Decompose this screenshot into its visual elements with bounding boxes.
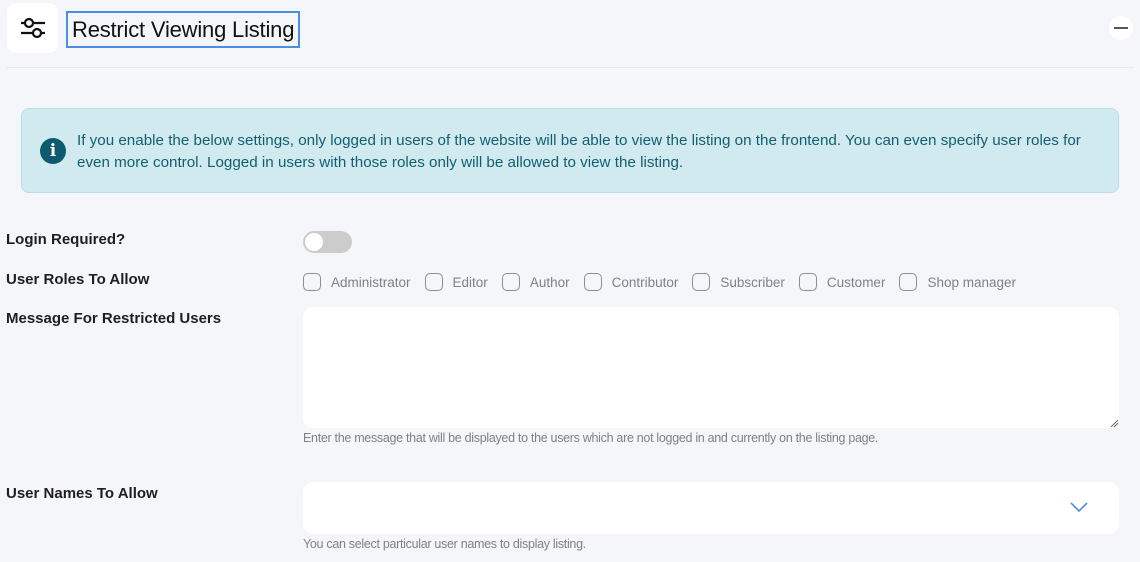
collapse-button[interactable] bbox=[1109, 16, 1133, 40]
role-label: Editor bbox=[452, 274, 488, 290]
user-names-label: User Names To Allow bbox=[6, 485, 158, 502]
restricted-message-label: Message For Restricted Users bbox=[6, 310, 222, 327]
role-label: Subscriber bbox=[720, 274, 785, 290]
user-names-select[interactable] bbox=[303, 482, 1119, 534]
section-title[interactable]: Restrict Viewing Listing bbox=[66, 11, 301, 48]
checkbox[interactable] bbox=[501, 273, 520, 291]
section-header: Restrict Viewing Listing bbox=[6, 0, 1134, 68]
role-option-customer[interactable]: Customer bbox=[798, 273, 886, 291]
info-notice: i If you enable the below settings, only… bbox=[21, 108, 1119, 193]
checkbox[interactable] bbox=[899, 273, 918, 291]
role-option-author[interactable]: Author bbox=[501, 273, 570, 291]
role-option-editor[interactable]: Editor bbox=[424, 273, 488, 291]
role-option-shop-manager[interactable]: Shop manager bbox=[899, 273, 1016, 291]
user-roles-label: User Roles To Allow bbox=[6, 271, 150, 288]
role-label: Contributor bbox=[611, 274, 679, 290]
role-option-subscriber[interactable]: Subscriber bbox=[692, 273, 785, 291]
role-label: Shop manager bbox=[927, 274, 1016, 290]
sliders-icon bbox=[7, 3, 58, 53]
resize-grip-icon[interactable] bbox=[1109, 418, 1119, 428]
role-label: Author bbox=[529, 274, 570, 290]
checkbox[interactable] bbox=[583, 273, 602, 291]
role-label: Customer bbox=[826, 274, 886, 290]
notice-text: If you enable the below settings, only l… bbox=[77, 132, 1081, 171]
role-option-administrator[interactable]: Administrator bbox=[303, 273, 411, 291]
user-names-help: You can select particular user names to … bbox=[303, 537, 586, 551]
user-roles-group: Administrator Editor Author Contributor … bbox=[303, 272, 1030, 292]
checkbox[interactable] bbox=[798, 273, 817, 291]
restricted-message-help: Enter the message that will be displayed… bbox=[303, 431, 879, 445]
info-icon: i bbox=[40, 138, 66, 164]
checkbox[interactable] bbox=[303, 273, 321, 291]
checkbox[interactable] bbox=[424, 273, 443, 291]
chevron-down-icon[interactable] bbox=[1070, 502, 1088, 513]
role-option-contributor[interactable]: Contributor bbox=[583, 273, 679, 291]
minus-icon bbox=[1114, 27, 1128, 29]
toggle-knob bbox=[305, 233, 323, 251]
login-required-label: Login Required? bbox=[6, 231, 126, 248]
checkbox[interactable] bbox=[692, 273, 711, 291]
role-label: Administrator bbox=[331, 274, 411, 290]
login-required-toggle[interactable] bbox=[303, 231, 352, 253]
restricted-message-textarea[interactable] bbox=[303, 307, 1119, 428]
